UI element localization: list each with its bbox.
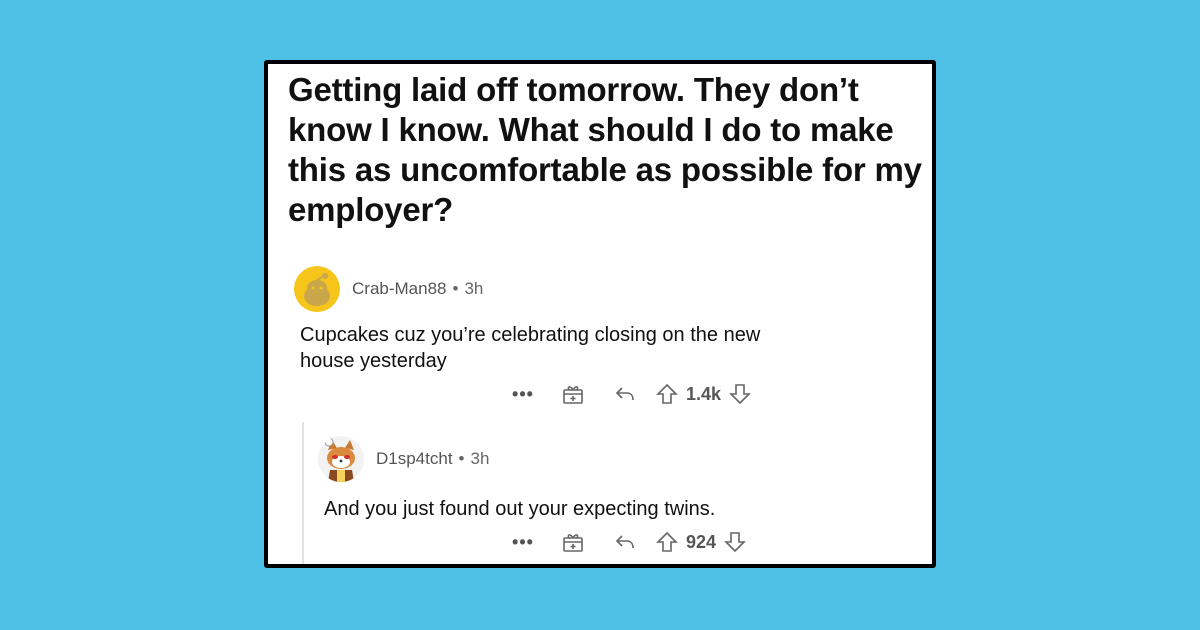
comment-timestamp: 3h	[464, 279, 484, 298]
vote-count: 1.4k	[686, 383, 722, 404]
comment-username[interactable]: D1sp4tcht	[376, 449, 453, 469]
more-options-button[interactable]: •••	[508, 384, 538, 405]
upvote-icon[interactable]	[654, 382, 680, 406]
downvote-icon[interactable]	[727, 382, 753, 406]
upvote-icon[interactable]	[654, 530, 680, 554]
comment-timestamp: 3h	[470, 449, 490, 468]
snoo-avatar-icon[interactable]	[294, 266, 340, 312]
more-options-button[interactable]: •••	[508, 532, 538, 553]
award-icon[interactable]	[558, 530, 588, 554]
thread-line[interactable]	[302, 422, 304, 564]
meta-separator: •	[452, 279, 459, 298]
meta-separator: •	[458, 449, 465, 468]
award-icon[interactable]	[558, 382, 588, 406]
reply-icon[interactable]	[610, 530, 640, 554]
downvote-icon[interactable]	[722, 530, 748, 554]
comment-header: Crab-Man88 • 3h	[294, 266, 483, 312]
comment-actions: ••• 1.4k	[508, 382, 753, 406]
post-card: Getting laid off tomorrow. They don’t kn…	[264, 60, 936, 568]
comment-actions: ••• 924	[508, 530, 748, 554]
comment-header: D1sp4tcht • 3h	[318, 436, 489, 482]
comment-body: Cupcakes cuz you’re celebrating closing …	[300, 324, 761, 372]
comment-body: And you just found out your expecting tw…	[324, 498, 716, 520]
vote-count: 924	[686, 531, 717, 552]
post-title[interactable]: Getting laid off tomorrow. They don’t kn…	[288, 70, 928, 230]
comment-username[interactable]: Crab-Man88	[352, 279, 447, 299]
reply-icon[interactable]	[610, 382, 640, 406]
cat-snoo-avatar-icon[interactable]	[318, 436, 364, 482]
